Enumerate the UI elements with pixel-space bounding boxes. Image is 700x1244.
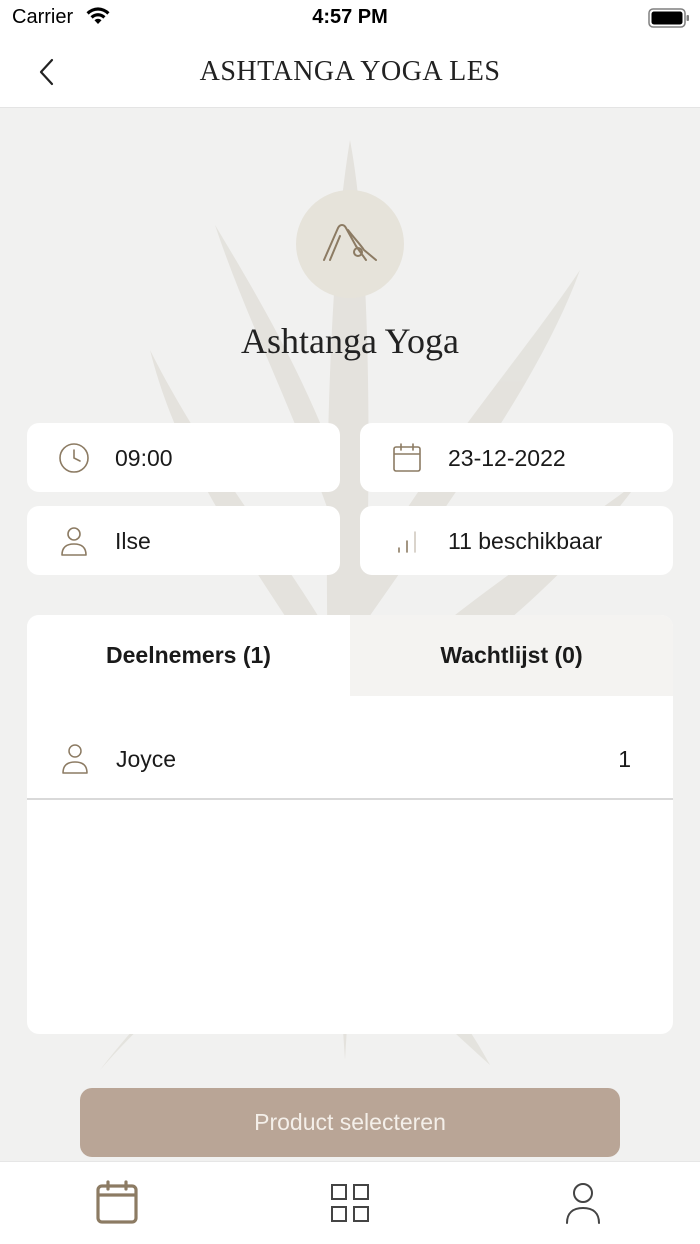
class-date: 23-12-2022 (448, 445, 566, 471)
class-time: 09:00 (115, 445, 173, 471)
yoga-pose-icon (323, 224, 377, 261)
participant-count: 1 (618, 746, 631, 772)
select-product-button[interactable]: Product selecteren (80, 1088, 620, 1157)
person-icon (62, 744, 88, 774)
nav-header: ASHTANGA YOGA LES (0, 36, 700, 108)
participant-name: Joyce (116, 746, 177, 772)
page-title: ASHTANGA YOGA LES (199, 56, 501, 87)
battery-icon (648, 8, 689, 28)
person-icon (61, 527, 87, 556)
availability-card: 11 beschikbaar (360, 506, 673, 575)
participants-panel: Deelnemers (1) Wachtlijst (0) Joyce 1 (27, 615, 673, 1034)
calendar-icon[interactable] (94, 1180, 140, 1226)
class-name: Ashtanga Yoga (240, 321, 459, 361)
time-card: 09:00 (27, 423, 340, 492)
teacher-card: Ilse (27, 506, 340, 575)
grid-icon[interactable] (327, 1180, 373, 1226)
tab-waitlist[interactable]: Wachtlijst (0) (350, 615, 673, 696)
participant-row: Joyce 1 (27, 720, 673, 800)
status-time: 4:57 PM (312, 6, 388, 28)
tab-bar (0, 1161, 700, 1244)
class-icon-badge (296, 190, 404, 298)
clock-icon (59, 443, 89, 473)
teacher-name: Ilse (115, 528, 151, 554)
signal-bars-icon (398, 531, 416, 553)
status-bar: Carrier 4:57 PM (0, 0, 700, 36)
tab-participants[interactable]: Deelnemers (1) (27, 615, 350, 696)
profile-icon[interactable] (560, 1180, 606, 1226)
calendar-icon (393, 443, 421, 472)
date-card: 23-12-2022 (360, 423, 673, 492)
availability-text: 11 beschikbaar (448, 528, 603, 554)
